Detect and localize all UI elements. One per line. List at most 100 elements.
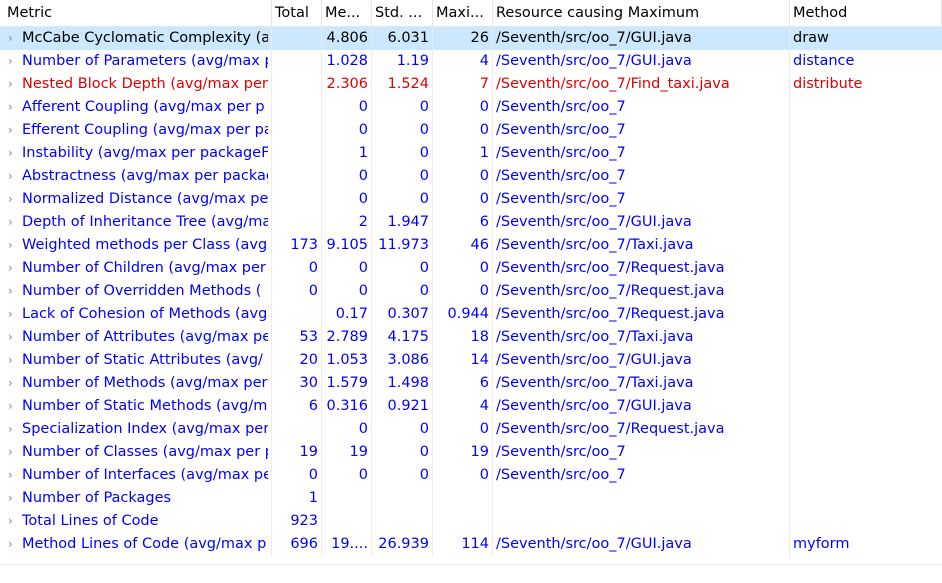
chevron-right-icon[interactable]: › (8, 211, 22, 234)
table-row[interactable]: › Number of Overridden Methods (0 0 0 0/Seve… (0, 280, 942, 303)
std-dev-cell: 1.947 (372, 211, 433, 234)
table-row[interactable]: › Number of Classes (avg/max per p 19 19 0 19… (0, 441, 942, 464)
mean-cell: 2 (322, 211, 372, 234)
total-cell: 696 (272, 533, 322, 556)
chevron-right-icon[interactable]: › (8, 188, 22, 211)
table-row[interactable]: › Total Lines of Code 923 (0, 510, 942, 533)
table-row[interactable]: › Number of Packages 1 (0, 487, 942, 510)
chevron-right-icon[interactable]: › (8, 50, 22, 73)
chevron-right-icon[interactable]: › (8, 395, 22, 418)
mean-cell: 4.806 (322, 27, 372, 50)
chevron-right-icon[interactable]: › (8, 441, 22, 464)
metric-cell: › Specialization Index (avg/max per (0, 418, 272, 441)
total-cell: 19 (272, 441, 322, 464)
table-row[interactable]: › Abstractness (avg/max per packag 0 0 0/Sev… (0, 165, 942, 188)
chevron-right-icon[interactable]: › (8, 349, 22, 372)
total-cell (272, 50, 322, 73)
table-row[interactable]: › Number of Attributes (avg/max pe 53 2.789… (0, 326, 942, 349)
table-row[interactable]: › Nested Block Depth (avg/max per 2.306 1.5… (0, 73, 942, 96)
table-row[interactable]: › Efferent Coupling (avg/max per pa 0 0 0/Se… (0, 119, 942, 142)
column-header-maximum[interactable]: Maxi... (433, 0, 493, 26)
mean-cell (322, 487, 372, 510)
table-row[interactable]: › McCabe Cyclomatic Complexity (a 4.806 6.0… (0, 27, 942, 50)
maximum-cell: 19 (433, 441, 493, 464)
resource-cell: /Seventh/src/oo_7 (493, 119, 790, 142)
column-header-mean[interactable]: Me... (322, 0, 372, 26)
std-dev-cell (372, 487, 433, 510)
metric-name: Number of Attributes (avg/max pe (22, 329, 268, 345)
table-row[interactable]: › Instability (avg/max per packageFi 1 0 1/S… (0, 142, 942, 165)
chevron-right-icon[interactable]: › (8, 464, 22, 487)
chevron-right-icon[interactable]: › (8, 119, 22, 142)
table-row[interactable]: › Depth of Inheritance Tree (avg/ma 2 1.947… (0, 211, 942, 234)
chevron-right-icon[interactable]: › (8, 165, 22, 188)
chevron-right-icon[interactable]: › (8, 372, 22, 395)
mean-cell: 0 (322, 257, 372, 280)
total-cell (272, 142, 322, 165)
resource-cell: /Seventh/src/oo_7/Taxi.java (493, 234, 790, 257)
maximum-cell: 0 (433, 280, 493, 303)
chevron-right-icon[interactable]: › (8, 510, 22, 533)
table-row[interactable]: › Number of Parameters (avg/max p 1.028 1.1… (0, 50, 942, 73)
chevron-right-icon[interactable]: › (8, 142, 22, 165)
method-cell (790, 119, 942, 142)
chevron-right-icon[interactable]: › (8, 73, 22, 96)
chevron-right-icon[interactable]: › (8, 303, 22, 326)
chevron-right-icon[interactable]: › (8, 27, 22, 50)
chevron-right-icon[interactable]: › (8, 96, 22, 119)
chevron-right-icon[interactable]: › (8, 326, 22, 349)
table-row[interactable]: › Lack of Cohesion of Methods (avg 0.17 0.3… (0, 303, 942, 326)
horizontal-scrollbar[interactable] (0, 564, 942, 583)
resource-cell: /Seventh/src/oo_7 (493, 464, 790, 487)
column-header-total[interactable]: Total (272, 0, 322, 26)
column-header-method[interactable]: Method (790, 0, 942, 26)
method-cell (790, 510, 942, 533)
table-row[interactable]: › Afferent Coupling (avg/max per p 0 0 0/Sev… (0, 96, 942, 119)
chevron-right-icon[interactable]: › (8, 257, 22, 280)
total-cell (272, 119, 322, 142)
maximum-cell: 0 (433, 418, 493, 441)
std-dev-cell: 11.973 (372, 234, 433, 257)
chevron-right-icon[interactable]: › (8, 487, 22, 510)
mean-cell (322, 510, 372, 533)
resource-cell: /Seventh/src/oo_7/Taxi.java (493, 326, 790, 349)
method-cell (790, 372, 942, 395)
maximum-cell: 18 (433, 326, 493, 349)
column-header-resource[interactable]: Resource causing Maximum (493, 0, 790, 26)
table-row[interactable]: › Number of Static Methods (avg/m 6 0.316 0.… (0, 395, 942, 418)
column-header-std-dev[interactable]: Std. ... (372, 0, 433, 26)
metric-cell: › Number of Classes (avg/max per p (0, 441, 272, 464)
metric-name: Efferent Coupling (avg/max per pa (22, 122, 268, 138)
mean-cell: 2.306 (322, 73, 372, 96)
maximum-cell: 14 (433, 349, 493, 372)
method-cell: distribute (793, 76, 863, 92)
column-header-metric[interactable]: Metric (0, 0, 272, 26)
table-row[interactable]: › Number of Children (avg/max per 0 0 0 0/Sev… (0, 257, 942, 280)
table-row[interactable]: › Number of Methods (avg/max per 30 1.579 1.… (0, 372, 942, 395)
table-row[interactable]: › Normalized Distance (avg/max pe 0 0 0/Seve… (0, 188, 942, 211)
chevron-right-icon[interactable]: › (8, 280, 22, 303)
total-cell (272, 165, 322, 188)
chevron-right-icon[interactable]: › (8, 234, 22, 257)
table-row[interactable]: › Number of Interfaces (avg/max pe 0 0 0 0/Se… (0, 464, 942, 487)
table-row[interactable]: › Weighted methods per Class (avg 173 9.105… (0, 234, 942, 257)
chevron-right-icon[interactable]: › (8, 533, 22, 556)
resource-cell: /Seventh/src/oo_7 (493, 188, 790, 211)
table-row[interactable]: › Number of Static Attributes (avg/20 1.05… (0, 349, 942, 372)
std-dev-cell: 0.307 (372, 303, 433, 326)
method-cell (790, 211, 942, 234)
method-cell: draw (793, 30, 829, 46)
total-cell: 0 (272, 464, 322, 487)
std-dev-cell: 0.921 (372, 395, 433, 418)
metrics-table: Metric Total Me... Std. ... Maxi... Reso… (0, 0, 942, 582)
std-dev-cell: 0 (372, 418, 433, 441)
method-cell (790, 441, 942, 464)
resource-cell: /Seventh/src/oo_7/Request.java (493, 257, 790, 280)
metric-name: Abstractness (avg/max per packag (22, 168, 268, 184)
chevron-right-icon[interactable]: › (8, 418, 22, 441)
table-row[interactable]: › Method Lines of Code (avg/max p 696 19...… (0, 533, 942, 556)
std-dev-cell: 0 (372, 96, 433, 119)
std-dev-cell: 0 (372, 119, 433, 142)
metric-name: Number of Children (avg/max per (22, 260, 266, 276)
table-row[interactable]: › Specialization Index (avg/max per 0 0 0/Se… (0, 418, 942, 441)
